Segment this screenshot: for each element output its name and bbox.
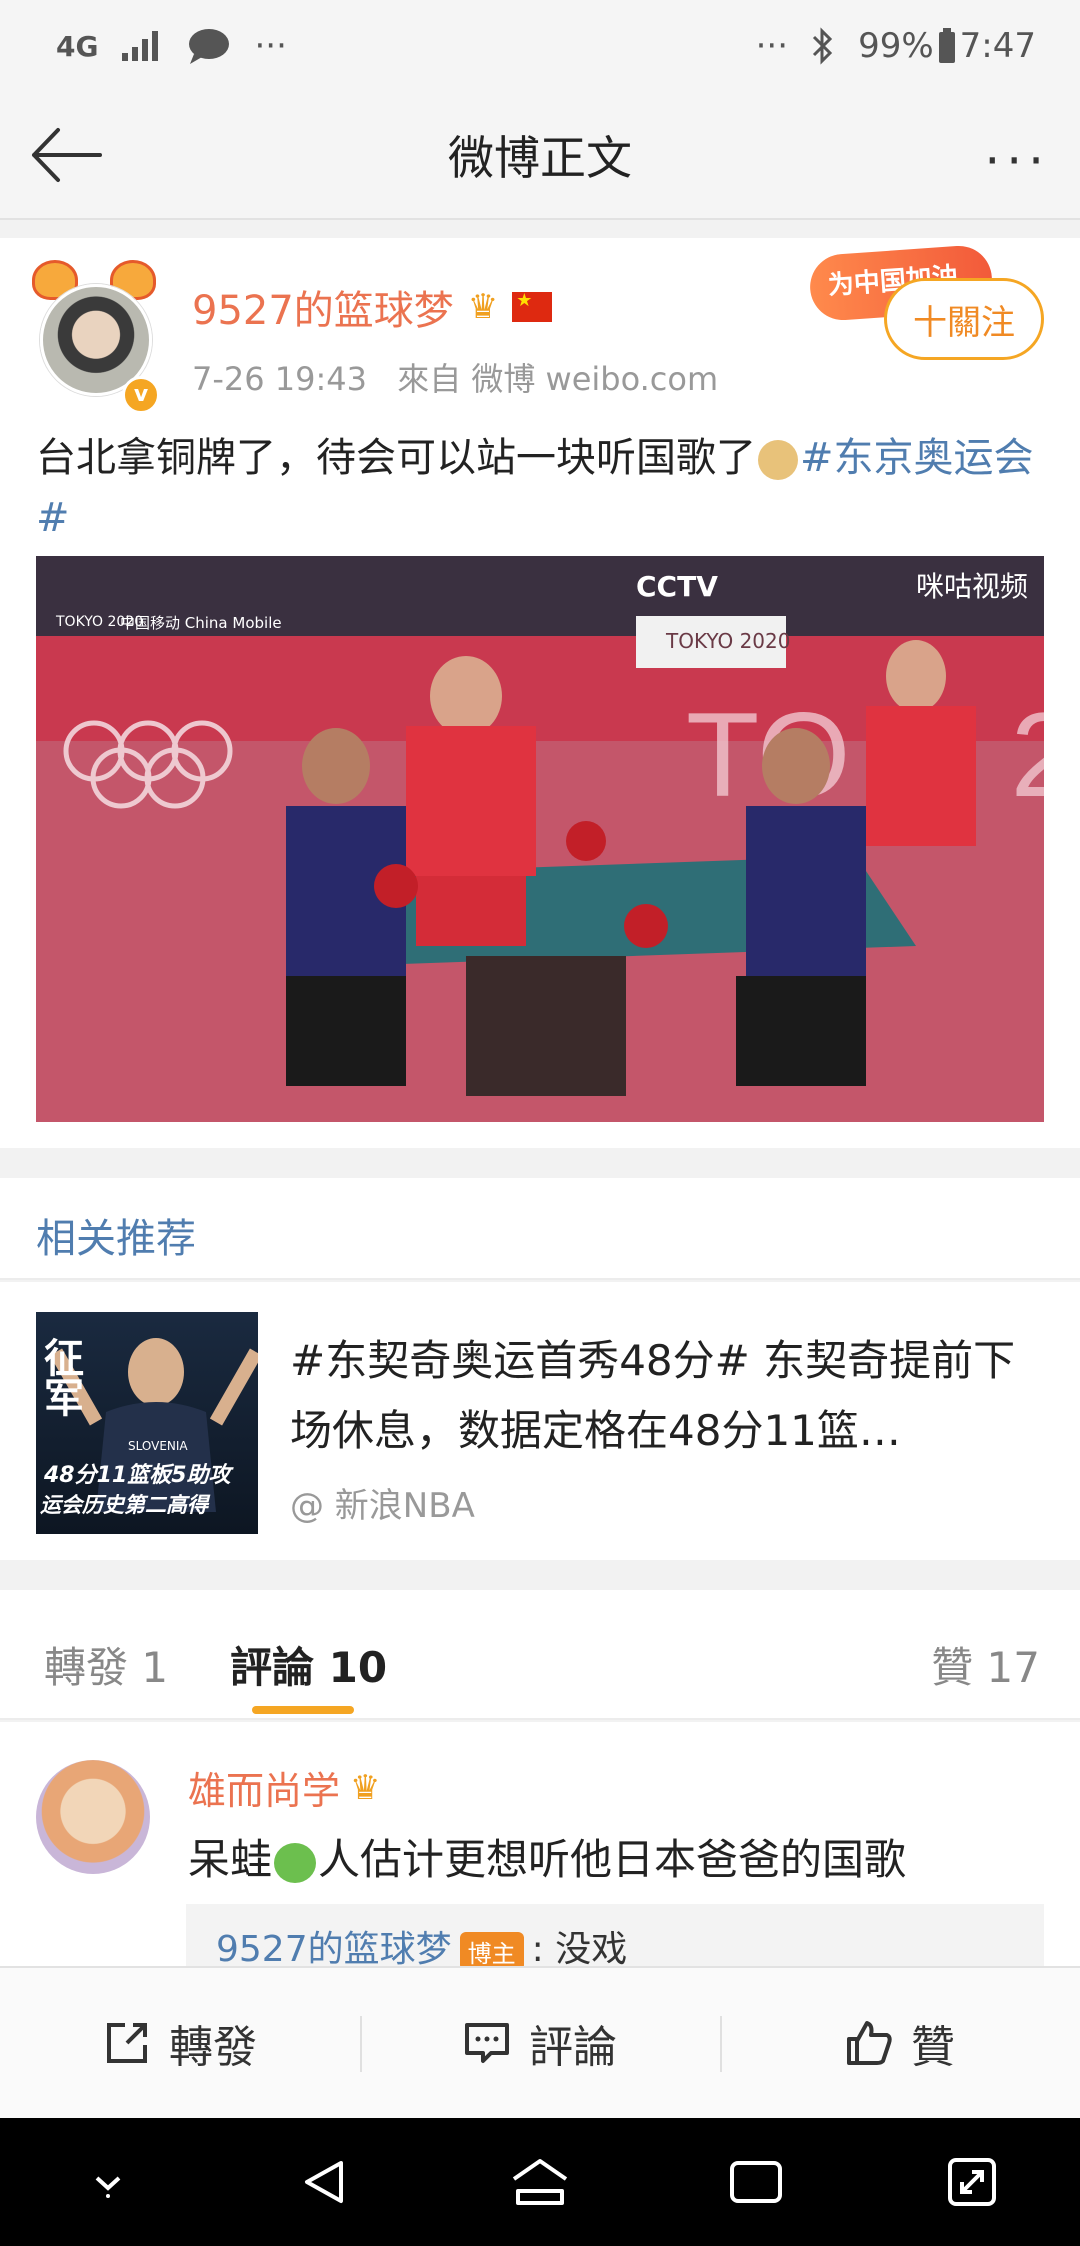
- post-timestamp: 7-26 19:43: [192, 360, 368, 398]
- chevron-down-icon: [95, 2176, 121, 2198]
- nav-rotate-button[interactable]: [932, 2142, 1012, 2222]
- broadcaster-logo: CCTV: [636, 570, 718, 603]
- frog-emoji-icon: [274, 1842, 317, 1883]
- reply-author[interactable]: 9527的篮球梦: [216, 1929, 452, 1968]
- tab-reposts[interactable]: 轉發 1: [44, 1634, 168, 1695]
- comment-text: 呆蛙 人估计更想听他日本爸爸的国歌: [188, 1826, 906, 1887]
- partner-logo: 咪咕视频: [916, 570, 1028, 603]
- comment-icon: [465, 2023, 509, 2063]
- more-options-button[interactable]: ···: [984, 132, 1050, 190]
- commenter-name-row[interactable]: 雄而尚学 ♛: [188, 1760, 381, 1815]
- repost-button[interactable]: 轉發: [0, 1968, 360, 2118]
- post-text-body: 台北拿铜牌了，待会可以站一块听国歌了: [36, 435, 756, 481]
- top-app-bar: 微博正文 ···: [0, 92, 1080, 220]
- section-separator: [0, 1148, 1080, 1178]
- comment-item: 雄而尚学 ♛ 呆蛙 人估计更想听他日本爸爸的国歌 9527的篮球梦 博主: 没戏: [0, 1722, 1080, 1968]
- nav-back-button[interactable]: [284, 2142, 364, 2222]
- like-button[interactable]: 贊: [720, 1968, 1080, 2118]
- network-indicator: 4G: [56, 29, 99, 63]
- author-name-row[interactable]: 9527的篮球梦 ♛: [192, 278, 553, 336]
- comment-text-b: 人估计更想听他日本爸爸的国歌: [318, 1835, 907, 1884]
- interaction-tabs: 轉發 1 評論 10 贊 17: [0, 1590, 1080, 1720]
- commenter-name[interactable]: 雄而尚学: [188, 1760, 340, 1815]
- post-meta: 7-26 19:43 來自 微博 weibo.com: [192, 354, 718, 400]
- home-icon: [512, 2159, 568, 2205]
- author-badge: 博主: [459, 1931, 524, 1968]
- thumb-stat-text-2: 运会历史第二高得: [40, 1493, 211, 1517]
- reply-text: : 没戏: [531, 1929, 628, 1968]
- author-avatar[interactable]: v: [32, 260, 160, 414]
- like-label: 贊: [911, 2022, 955, 2073]
- battery-level: 99%: [858, 26, 934, 66]
- post-card: v 9527的篮球梦 ♛ 7-26 19:43 來自 微博 weibo.com …: [0, 238, 1080, 1148]
- comment-button[interactable]: 評論: [360, 1968, 720, 2118]
- thumb-stat-text: 48分11篮板5助攻: [43, 1462, 235, 1488]
- back-button[interactable]: [28, 122, 104, 188]
- comment-text-a: 呆蛙: [188, 1835, 273, 1884]
- comment-label: 評論: [529, 2022, 617, 2073]
- post-source: 來自 微博 weibo.com: [397, 360, 719, 398]
- hide-keyboard-button[interactable]: [68, 2142, 148, 2222]
- doge-emoji-icon: [758, 440, 798, 480]
- related-section-header: 相关推荐: [0, 1178, 1080, 1280]
- recents-icon: [730, 2161, 782, 2203]
- china-mobile-logo: 中国移动 China Mobile: [120, 614, 282, 632]
- tab-comments[interactable]: 評論 10: [230, 1634, 387, 1695]
- arrow-left-icon: [32, 128, 102, 182]
- nav-recents-button[interactable]: [716, 2142, 796, 2222]
- status-more-right: ···: [755, 26, 789, 66]
- expand-icon: [948, 2158, 996, 2206]
- post-text: 台北拿铜牌了，待会可以站一块听国歌了 #东京奥运会#: [36, 428, 1046, 548]
- repost-label: 轉發: [169, 2022, 257, 2073]
- svg-text:TO O 2: TO O 2: [686, 688, 1044, 822]
- page-title: 微博正文: [448, 131, 632, 185]
- active-tab-indicator: [252, 1706, 354, 1714]
- signal-icon: [120, 29, 164, 63]
- status-bar: 4G ··· ··· 99% 7:47: [0, 0, 1080, 92]
- crown-icon: ♛: [467, 287, 499, 327]
- related-item[interactable]: 征 军 SLOVENIA 48分11篮板5助攻 运会历史第二高得 #东契奇奥运首…: [0, 1282, 1080, 1560]
- clock: 7:47: [959, 26, 1036, 66]
- author-name[interactable]: 9527的篮球梦: [192, 278, 454, 336]
- table-tennis-photo: TO O 2 TOKYO 2020 中国移动 China Mobile CCTV…: [36, 556, 1044, 1122]
- system-navigation-bar: [0, 2118, 1080, 2246]
- tab-likes[interactable]: 贊 17: [931, 1634, 1040, 1695]
- thumb-jersey-text: SLOVENIA: [128, 1439, 188, 1453]
- thumbs-up-icon: [847, 2021, 892, 2065]
- battery-icon: [938, 28, 956, 64]
- comment-reply[interactable]: 9527的篮球梦 博主: 没戏: [186, 1904, 1044, 1968]
- crown-icon: ♛: [350, 1767, 381, 1808]
- related-source: @ 新浪NBA: [290, 1486, 475, 1526]
- message-icon: [186, 26, 232, 66]
- post-image[interactable]: TO O 2 TOKYO 2020 中国移动 China Mobile CCTV…: [36, 556, 1044, 1122]
- status-more: ···: [254, 26, 287, 66]
- share-icon: [107, 2023, 147, 2063]
- triangle-back-icon: [305, 2161, 343, 2203]
- nav-home-button[interactable]: [500, 2142, 580, 2222]
- related-section-title: 相关推荐: [36, 1216, 196, 1262]
- related-title[interactable]: #东契奇奥运首秀48分# 东契奇提前下场休息，数据定格在48分11篮…: [290, 1326, 1050, 1466]
- follow-button[interactable]: 十關注: [884, 278, 1044, 360]
- svg-text:军: 军: [44, 1376, 84, 1422]
- table-sign: TOKYO 2020: [665, 629, 790, 653]
- commenter-avatar[interactable]: [36, 1760, 150, 1874]
- bottom-action-bar: 轉發 評論 贊: [0, 1966, 1080, 2118]
- related-thumbnail: 征 军 SLOVENIA 48分11篮板5助攻 运会历史第二高得: [36, 1312, 258, 1534]
- china-flag-icon: [512, 290, 553, 322]
- verified-badge-icon: v: [122, 376, 160, 414]
- bluetooth-icon: [810, 27, 836, 65]
